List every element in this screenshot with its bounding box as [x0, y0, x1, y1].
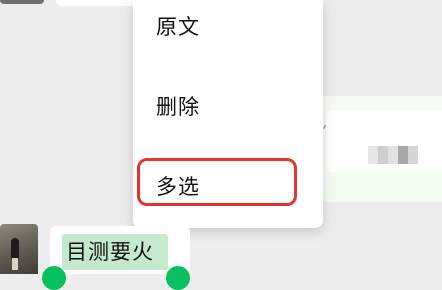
avatar-person-figure	[11, 238, 19, 260]
selection-handle-left[interactable]	[42, 266, 66, 290]
menu-item-label: 原文	[156, 15, 200, 39]
menu-item-original-text[interactable]: 原文	[133, 0, 323, 52]
blurred-content	[368, 146, 418, 164]
avatar-partial[interactable]	[0, 0, 44, 4]
context-menu: 原文 删除 多选	[133, 0, 323, 228]
avatar-person-legs	[12, 258, 18, 270]
menu-item-label: 多选	[156, 175, 200, 199]
menu-item-label: 删除	[156, 95, 200, 119]
message-text: 目测要火	[66, 240, 154, 264]
menu-item-delete[interactable]: 删除	[133, 80, 323, 132]
menu-item-multi-select[interactable]: 多选	[133, 160, 323, 212]
selection-handle-right[interactable]	[166, 266, 190, 290]
avatar[interactable]	[0, 224, 38, 274]
